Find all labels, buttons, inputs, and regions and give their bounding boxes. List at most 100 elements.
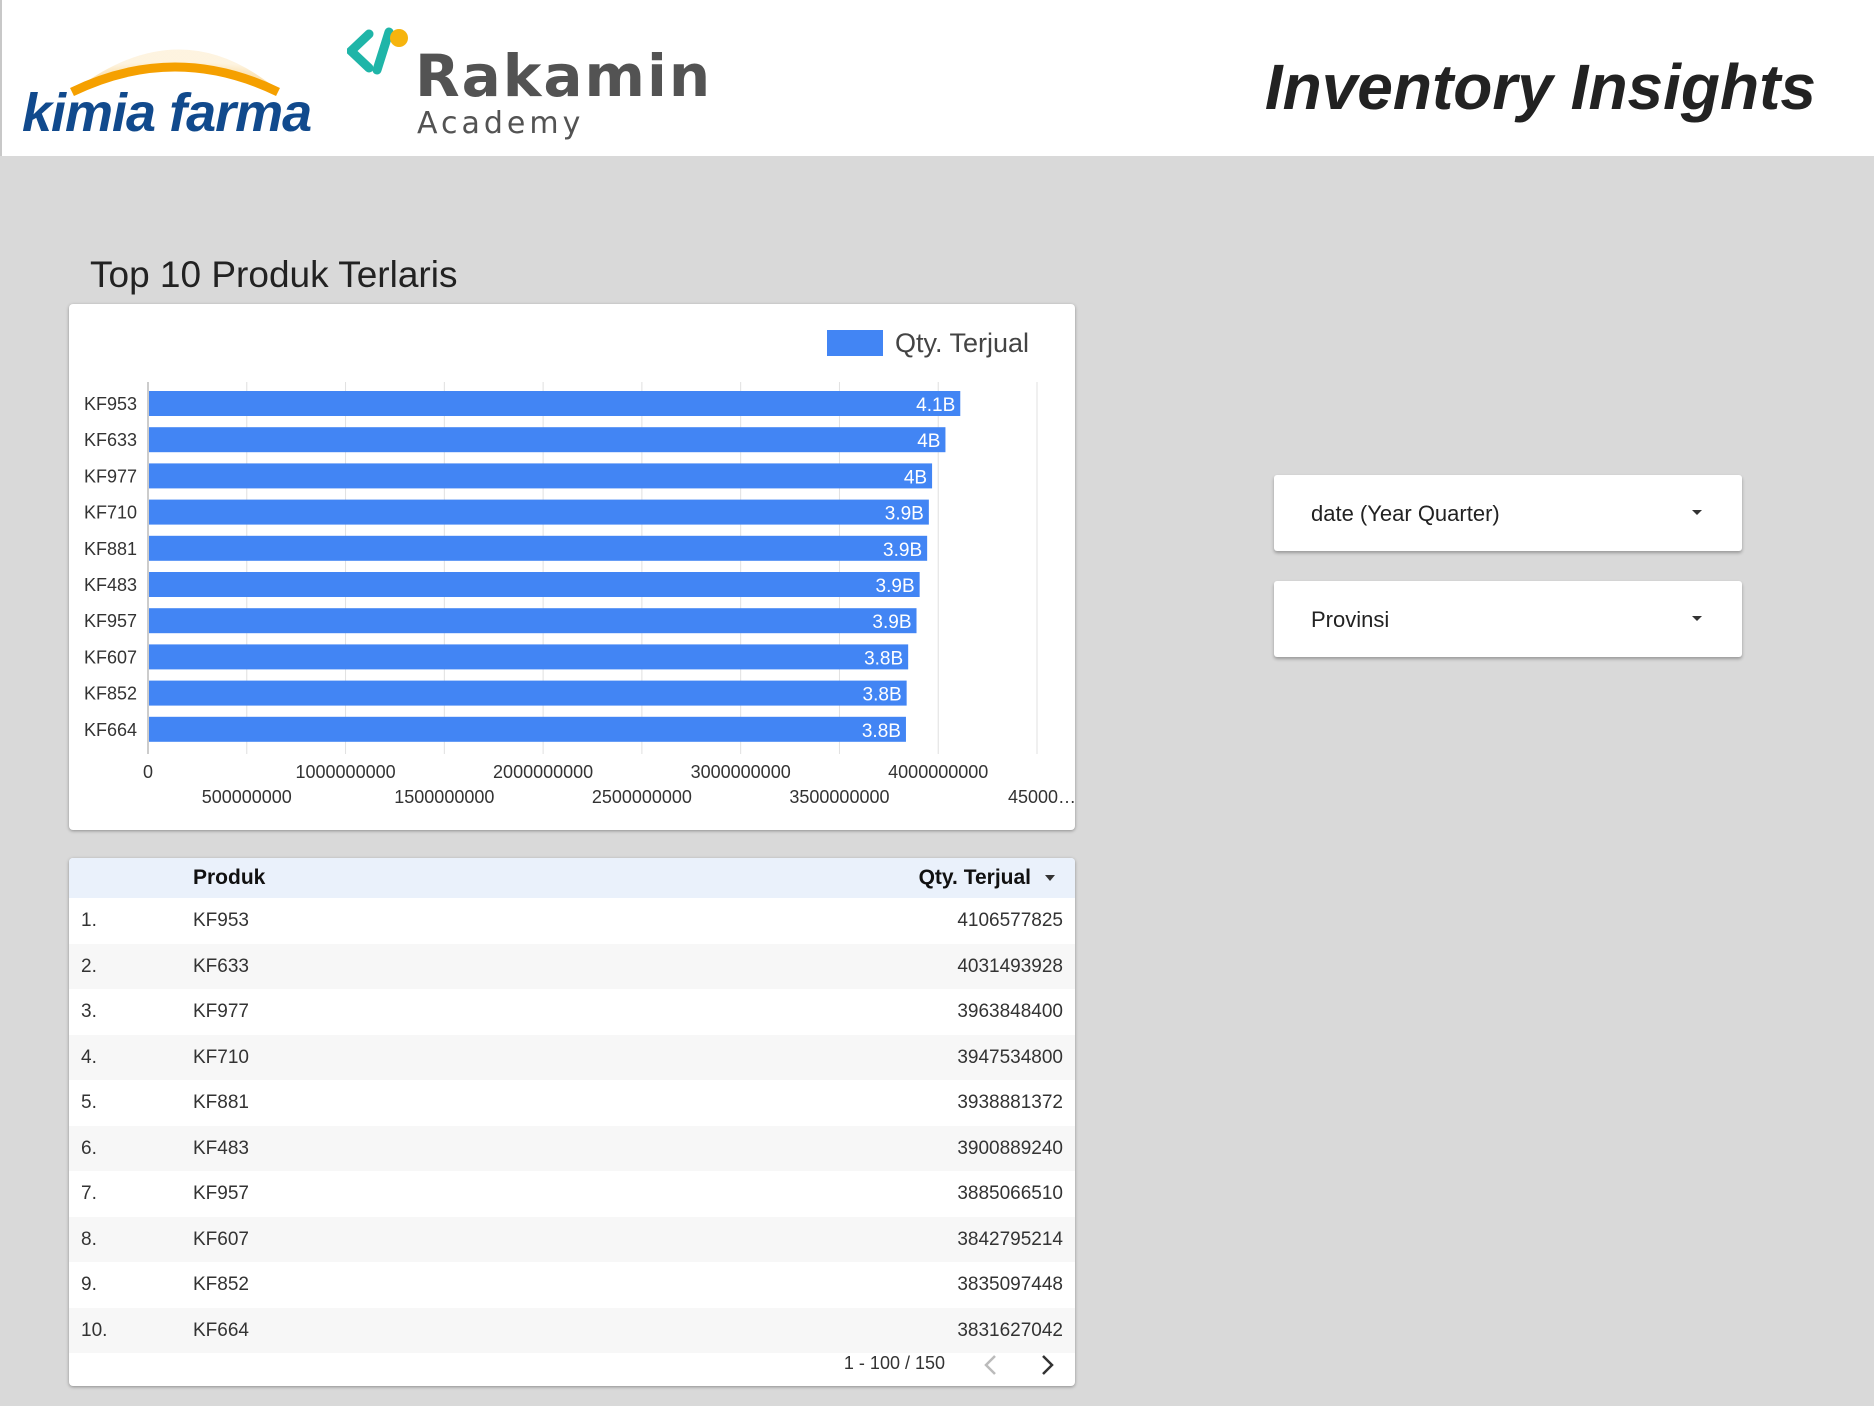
y-category-label: KF607 [84,647,137,667]
bar-data-label: 4B [904,467,927,488]
legend-swatch [827,330,883,356]
row-product: KF953 [193,910,249,931]
table-header: Produk Qty. Terjual [69,858,1075,898]
kimia-farma-logo: kimia farma [20,20,340,145]
y-category-label: KF881 [84,539,137,559]
bar-data-label: 3.9B [885,504,924,525]
x-tick-label: 0 [143,762,153,782]
row-qty: 3947534800 [957,1046,1063,1068]
chevron-down-icon[interactable] [1692,616,1702,621]
row-qty: 4031493928 [957,955,1063,977]
x-tick-label: 2500000000 [592,787,692,807]
table-row[interactable]: 5. KF881 3938881372 [69,1080,1075,1125]
bar-chart-card[interactable]: Qty. Terjual 0 500000000 1000000000 15000000… [69,304,1075,830]
bar [149,391,961,416]
y-category-label: KF957 [84,611,137,631]
x-tick-label: 3000000000 [691,762,791,782]
province-filter[interactable]: Provinsi [1274,581,1742,657]
x-tick-label: 500000000 [202,787,292,807]
table-row[interactable]: 2. KF633 4031493928 [69,943,1075,989]
bar [149,463,933,489]
bar [149,499,929,525]
x-tick-label: 3500000000 [789,787,889,807]
row-product: KF483 [193,1137,249,1159]
y-category-label: KF664 [84,720,137,740]
previous-page-icon[interactable] [977,1350,1005,1380]
bar-data-label: 3.8B [863,685,902,706]
bar-data-label: 4B [917,431,940,452]
x-tick-label: 1500000000 [394,787,494,807]
x-tick-label: 1000000000 [296,762,396,782]
row-product: KF852 [193,1274,249,1295]
row-index: 2. [81,955,97,977]
row-qty: 3842795214 [957,1228,1063,1250]
sort-desc-icon[interactable] [1045,875,1055,881]
table-row[interactable]: 10. KF664 3831627042 [69,1307,1075,1353]
rakamin-logo: Rakamin Academy [347,24,710,144]
row-index: 1. [81,910,97,931]
date-filter-label: date (Year Quarter) [1311,501,1500,526]
bar [149,427,946,453]
row-product: KF607 [193,1228,249,1250]
row-qty: 3831627042 [957,1319,1063,1341]
y-category-label: KF633 [84,430,137,450]
table-row[interactable]: 8. KF607 3842795214 [69,1216,1075,1262]
table-row[interactable]: 1. KF953 4106577825 [69,898,1075,943]
row-index: 10. [81,1319,108,1341]
row-qty: 3938881372 [957,1092,1063,1113]
bar [149,680,907,706]
row-index: 4. [81,1046,97,1068]
row-index: 6. [81,1137,97,1159]
row-index: 9. [81,1274,97,1295]
x-tick-label: 2000000000 [493,762,593,782]
report-header: kimia farma Rakamin Academy Inventory In… [0,0,1874,156]
table-row[interactable]: 7. KF957 3885066510 [69,1171,1075,1216]
row-index: 5. [81,1092,97,1113]
row-qty: 4106577825 [957,910,1063,931]
row-product: KF633 [193,955,249,977]
bar [149,716,906,742]
column-header-produk[interactable]: Produk [193,866,265,890]
table-row[interactable]: 3. KF977 3963848400 [69,989,1075,1034]
bar-data-label: 3.8B [864,648,903,669]
bar [149,644,909,670]
y-category-label: KF953 [84,394,137,414]
rakamin-code-icon [347,27,408,75]
next-page-icon[interactable] [1033,1350,1061,1380]
row-qty: 3835097448 [957,1274,1063,1295]
row-qty: 3963848400 [957,1001,1063,1022]
table-row[interactable]: 9. KF852 3835097448 [69,1262,1075,1307]
bar-data-label: 3.9B [876,576,915,597]
table-row[interactable]: 4. KF710 3947534800 [69,1034,1075,1080]
date-quarter-filter[interactable]: date (Year Quarter) [1274,475,1742,551]
column-header-qty[interactable]: Qty. Terjual [919,866,1031,890]
chart-section-title: Top 10 Produk Terlaris [90,254,458,295]
row-index: 8. [81,1228,97,1250]
x-tick-label: 45000… [1008,787,1075,807]
y-category-label: KF483 [84,575,137,595]
province-filter-label: Provinsi [1311,607,1390,632]
y-category-label: KF710 [84,503,137,523]
bar-chart: Qty. Terjual 0 5000000001000000000 15000000… [84,328,1075,807]
y-category-label: KF977 [84,466,137,486]
x-tick-label: 4000000000 [888,762,988,782]
pagination-label: 1 - 100 / 150 [843,1353,945,1373]
kimia-farma-wordmark: kimia farma [22,83,312,143]
row-index: 7. [81,1183,97,1204]
row-product: KF881 [193,1092,249,1113]
table-row[interactable]: 6. KF483 3900889240 [69,1125,1075,1171]
page-title: Inventory Insights [1264,51,1816,123]
y-category-label: KF852 [84,684,137,704]
row-product: KF957 [193,1183,249,1204]
bar [149,608,917,634]
bar [149,572,920,597]
bar-data-label: 3.9B [883,540,922,561]
rakamin-wordmark: Rakamin [415,42,713,110]
bar-data-label: 4.1B [916,395,955,416]
row-product: KF977 [193,1001,249,1022]
bar-data-label: 3.9B [872,612,911,633]
row-index: 3. [81,1001,97,1022]
row-product: KF664 [193,1319,249,1341]
data-table: Produk Qty. Terjual 1. KF953 4106577825 2. K… [69,858,1075,1386]
chevron-down-icon[interactable] [1692,510,1702,515]
